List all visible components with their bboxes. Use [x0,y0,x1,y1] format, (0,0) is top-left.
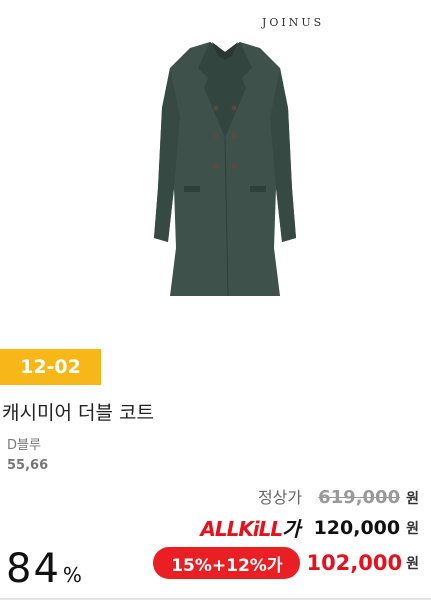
date-badge: 12-02 [0,349,101,385]
discount-rate: 84% [6,546,82,592]
allkill-price-row: ALLKiLL가 120,000 원 [200,513,419,542]
allkill-logo: ALLKiLL가 [200,517,300,541]
coupon-badge: 15%+12%가 [153,547,301,579]
final-price: 102,000 [306,551,403,575]
discount-rate-value: 84 [6,546,61,592]
product-title[interactable]: 캐시미어 더블 코트 [2,398,154,425]
product-image[interactable] [150,38,300,300]
allkill-price: 120,000 [313,516,401,539]
regular-price-label: 정상가 [257,488,303,507]
brand-logo: JOINUS [262,16,325,29]
regular-price: 619,000 [318,487,401,508]
regular-price-row: 정상가 619,000 원 [258,484,419,508]
color-option: D블루 [7,438,41,453]
currency-unit: 원 [406,520,419,537]
currency-unit: 원 [406,556,419,572]
final-price-row: 15%+12%가 102,000 원 [153,547,419,579]
coat-pocket-left [184,186,200,192]
coat-pocket-right [250,186,266,192]
currency-unit: 원 [406,491,419,507]
product-card[interactable]: JOINUS 12-02 캐시미어 더블 코트 D블루 55,66 정상가 61… [0,0,431,600]
size-option: 55,66 [7,458,49,473]
discount-rate-unit: % [62,563,82,587]
